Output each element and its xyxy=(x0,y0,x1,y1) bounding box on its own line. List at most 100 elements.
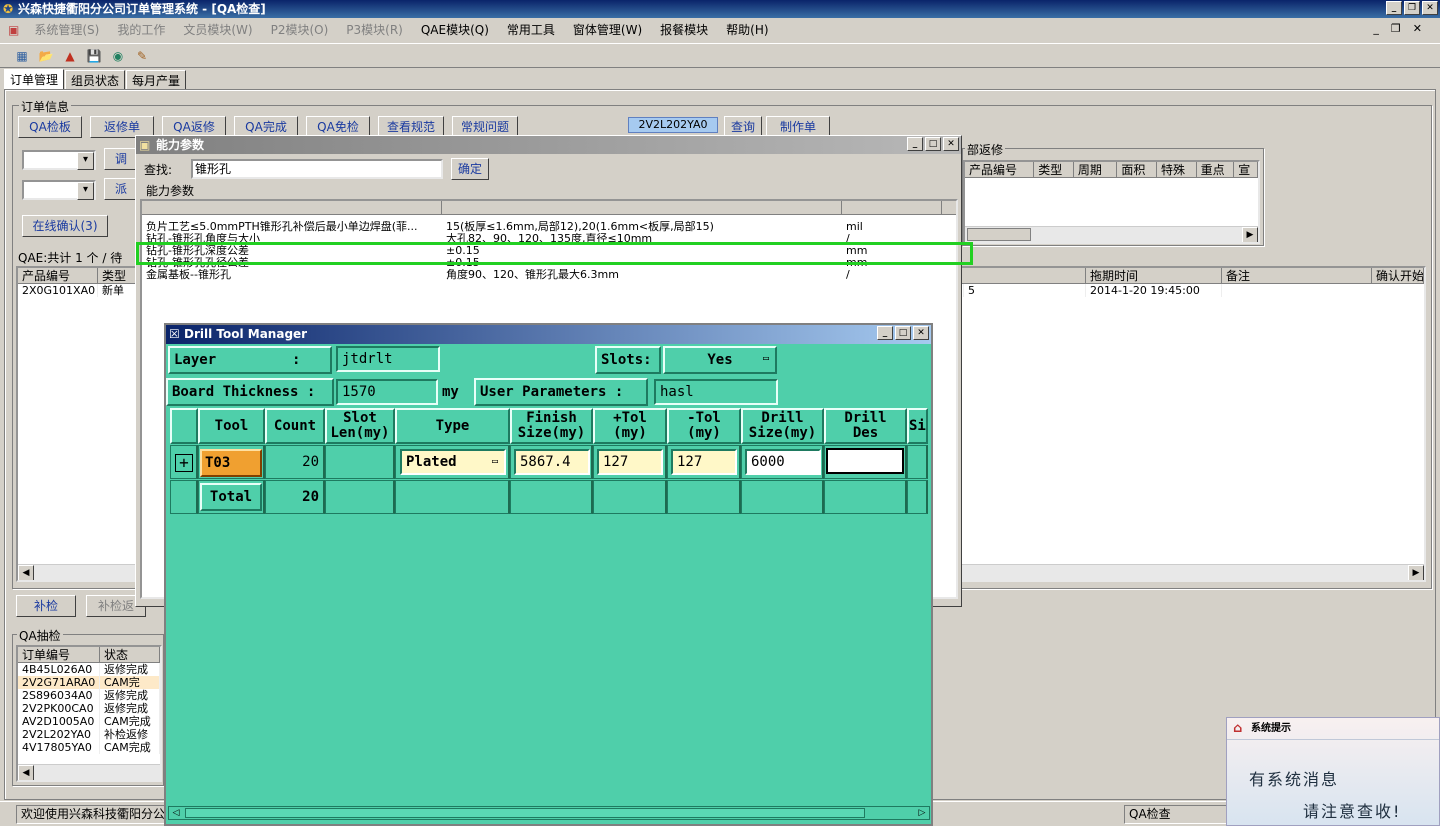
table-row[interactable]: 金属基板--锥形孔 角度90、120、锥形孔最大6.3mm / xyxy=(142,269,956,281)
capability-minimize-button[interactable]: _ xyxy=(907,137,923,151)
list-item[interactable]: 2V2L202YA0 补检返修 xyxy=(18,728,160,741)
menu-qae[interactable]: QAE模块(Q) xyxy=(412,19,498,41)
finish-size-input[interactable]: 5867.4 xyxy=(514,449,590,475)
list-item[interactable]: 2S896034A0 返修完成 xyxy=(18,689,160,702)
dtm-app-icon: ☒ xyxy=(169,327,180,341)
dtm-col-slot-len: Slot Len(my) xyxy=(325,408,395,444)
list-item[interactable]: AV2D1005A0 CAM完成 xyxy=(18,715,160,728)
plus-tol-input[interactable]: 127 xyxy=(597,449,663,475)
filter-combo-1[interactable] xyxy=(22,150,96,170)
capability-maximize-button[interactable]: □ xyxy=(925,137,941,151)
col-status[interactable]: 状态 xyxy=(100,647,160,662)
scroll-right-icon[interactable]: ▶ xyxy=(1242,227,1258,242)
layer-field[interactable]: jtdrlt xyxy=(336,346,440,372)
capability-close-button[interactable]: ✕ xyxy=(943,137,959,151)
table-row[interactable]: 负片工艺≤5.0mmPTH锥形孔补偿后最小单边焊盘(菲... 15(板厚≤1.6m… xyxy=(142,221,956,233)
confirm-button[interactable]: 确定 xyxy=(451,158,489,180)
grid-icon[interactable]: ▦ xyxy=(12,47,32,65)
menu-tools[interactable]: 常用工具 xyxy=(498,19,564,41)
menu-meal[interactable]: 报餐模块 xyxy=(651,19,717,41)
menu-p2[interactable]: P2模块(O) xyxy=(262,19,338,41)
dtm-close-button[interactable]: ✕ xyxy=(913,326,929,340)
dtm-slot-len-cell[interactable] xyxy=(325,445,395,479)
rework-col-period[interactable]: 周期 xyxy=(1074,162,1118,177)
col-remark[interactable]: 备注 xyxy=(1222,268,1372,283)
menu-my-work[interactable]: 我的工作 xyxy=(108,19,174,41)
scroll-right-icon[interactable]: ▶ xyxy=(1408,565,1424,580)
scroll-left-icon[interactable]: ◀ xyxy=(18,765,34,780)
menu-help[interactable]: 帮助(H) xyxy=(717,19,777,41)
drill-size-input[interactable]: 6000 xyxy=(745,449,821,475)
tab-order-management[interactable]: 订单管理 xyxy=(4,69,65,89)
scroll-left-icon[interactable]: ◀ xyxy=(18,565,34,580)
list-item[interactable]: 4B45L026A0 返修完成 xyxy=(18,663,160,676)
qa-sample-grid[interactable]: 订单编号 状态 4B45L026A0 返修完成 2V2G71ARA0 CAM完 2S89… xyxy=(16,645,162,782)
system-notice-popup[interactable]: ⌂ 系统提示 有系统消息 请注意查收! xyxy=(1226,717,1440,826)
filter-combo-2[interactable] xyxy=(22,180,96,200)
tool-t03-button[interactable]: T03 xyxy=(200,449,262,477)
expand-plus-icon[interactable]: + xyxy=(175,454,193,472)
rework-col-more[interactable]: 宣 xyxy=(1234,162,1258,177)
dtm-scroll-thumb[interactable] xyxy=(185,808,865,818)
dtm-minimize-button[interactable]: _ xyxy=(877,326,893,340)
cell-order-no: 4V17805YA0 xyxy=(18,741,100,754)
dispatch-button-2[interactable]: 派 xyxy=(104,178,138,200)
scroll-left-icon[interactable]: ◁ xyxy=(169,807,183,819)
dtm-maximize-button[interactable]: □ xyxy=(895,326,911,340)
col-delay-time[interactable]: 拖期时间 xyxy=(1086,268,1222,283)
minimize-button[interactable]: _ xyxy=(1386,1,1402,15)
rework-hscroll[interactable]: ▶ xyxy=(965,226,1258,242)
user-parameters-label[interactable]: User Parameters : xyxy=(474,378,648,406)
drill-des-input[interactable] xyxy=(826,448,904,474)
list-item[interactable]: 4V17805YA0 CAM完成 xyxy=(18,741,160,754)
col-confirm-start[interactable]: 确认开始 xyxy=(1372,268,1424,283)
house-icon: ⌂ xyxy=(1233,721,1243,736)
menu-clerk[interactable]: 文员模块(W) xyxy=(174,19,261,41)
online-confirm-button[interactable]: 在线确认(3) xyxy=(22,215,108,237)
recheck-button[interactable]: 补检 xyxy=(16,595,76,617)
qa-check-button[interactable]: QA检板 xyxy=(18,116,82,138)
menu-system[interactable]: 系统管理(S) xyxy=(25,19,108,41)
dispatch-button-1[interactable]: 调 xyxy=(104,148,138,170)
col-order-no[interactable]: 订单编号 xyxy=(18,647,100,662)
refresh-icon[interactable]: ◉ xyxy=(108,47,128,65)
total-button[interactable]: Total xyxy=(200,483,262,511)
scroll-right-icon[interactable]: ▷ xyxy=(915,807,929,819)
cell-product-no: 2X0G101XA0 xyxy=(18,284,98,297)
col-product-no[interactable]: 产品编号 xyxy=(18,268,98,283)
open-folder-icon[interactable]: 📂 xyxy=(36,47,56,65)
slots-option-menu[interactable]: Yes ▭ xyxy=(663,346,777,374)
dtm-title: Drill Tool Manager xyxy=(184,327,308,341)
cell-status: CAM完成 xyxy=(100,741,160,754)
capability-title-bar[interactable]: ▣ 能力参数 _ □ ✕ xyxy=(136,136,961,154)
menu-window[interactable]: 窗体管理(W) xyxy=(564,19,651,41)
shapes-icon[interactable]: ▲ xyxy=(60,47,80,65)
minus-tol-input[interactable]: 127 xyxy=(671,449,737,475)
restore-button[interactable]: ❐ xyxy=(1404,1,1420,15)
rework-col-type[interactable]: 类型 xyxy=(1034,162,1074,177)
rework-col-special[interactable]: 特殊 xyxy=(1157,162,1197,177)
dtm-col-si: Si xyxy=(907,408,928,444)
search-input[interactable]: 锥形孔 xyxy=(191,159,443,179)
dtm-hscroll[interactable]: ◁ ▷ xyxy=(168,806,930,820)
rework-col-key[interactable]: 重点 xyxy=(1197,162,1235,177)
tools-icon[interactable]: ✎ xyxy=(132,47,152,65)
board-thickness-field[interactable]: 1570 xyxy=(336,379,438,405)
dtm-title-bar[interactable]: ☒ Drill Tool Manager _ □ ✕ xyxy=(166,325,931,344)
user-parameters-field[interactable]: hasl xyxy=(654,379,778,405)
tab-member-status[interactable]: 组员状态 xyxy=(65,70,126,90)
rework-col-product[interactable]: 产品编号 xyxy=(965,162,1035,177)
close-button[interactable]: ✕ xyxy=(1422,1,1438,15)
mdi-window-controls[interactable]: _❐✕ xyxy=(1373,22,1434,35)
qa-sample-hscroll[interactable]: ◀ xyxy=(18,764,160,780)
type-option-menu[interactable]: Plated ▭ xyxy=(400,449,506,475)
menu-p3[interactable]: P3模块(R) xyxy=(337,19,412,41)
list-item[interactable]: 2V2PK00CA0 返修完成 xyxy=(18,702,160,715)
save-icon[interactable]: 💾 xyxy=(84,47,104,65)
col-type[interactable]: 类型 xyxy=(98,268,138,283)
dtm-col-minus-tol: -Tol (my) xyxy=(667,408,741,444)
tab-monthly-output[interactable]: 每月产量 xyxy=(126,70,187,90)
rework-col-area[interactable]: 面积 xyxy=(1117,162,1157,177)
list-item[interactable]: 2V2G71ARA0 CAM完 xyxy=(18,676,160,689)
rework-grid[interactable]: 产品编号 类型 周期 面积 特殊 重点 宣 ▶ xyxy=(963,160,1260,244)
